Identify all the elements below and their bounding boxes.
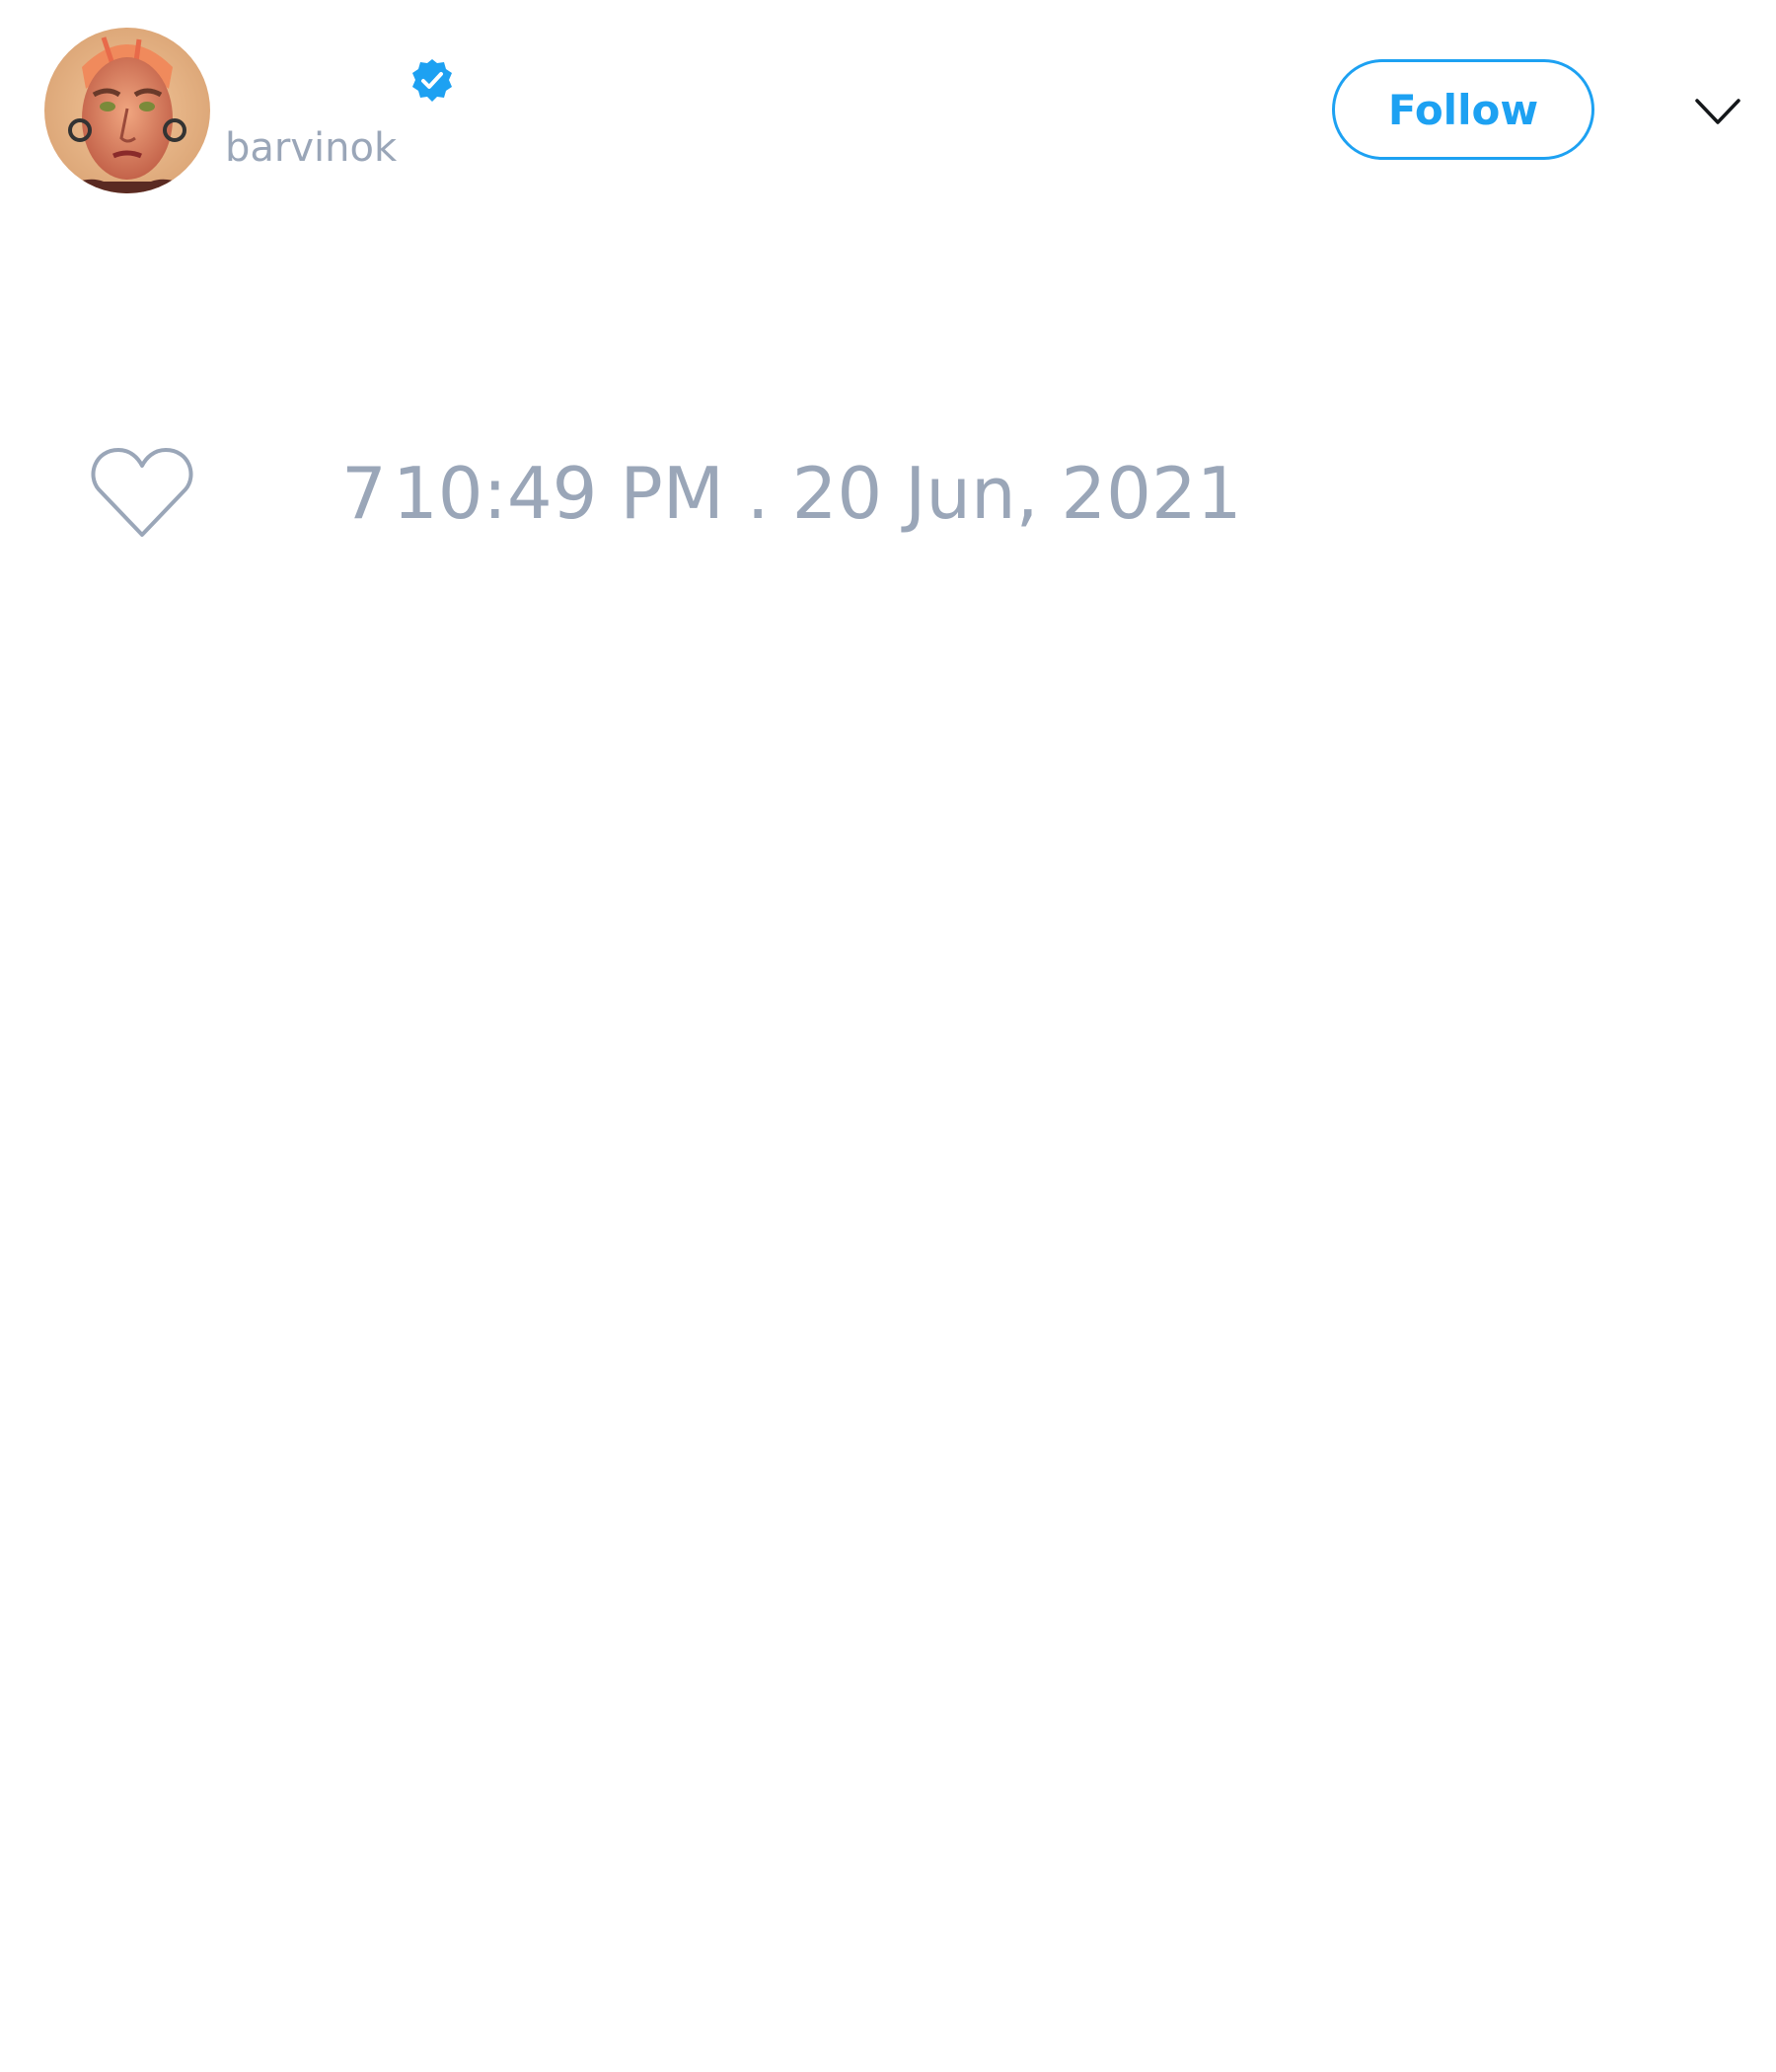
chevron-down-icon[interactable]	[1693, 91, 1742, 130]
display-name[interactable]	[225, 57, 403, 101]
verified-badge-icon	[412, 59, 452, 102]
avatar[interactable]	[44, 28, 210, 193]
like-count[interactable]: 7	[341, 458, 387, 529]
tweet-actions: 7 10:49 PM . 20 Jun, 2021	[89, 444, 1242, 543]
tweet-card: barvinok Follow 7 10:49 PM . 20 Jun, 202…	[0, 0, 1776, 2072]
heart-icon[interactable]	[89, 444, 195, 543]
tweet-timestamp[interactable]: 10:49 PM . 20 Jun, 2021	[393, 458, 1242, 529]
user-handle[interactable]: barvinok	[225, 126, 397, 170]
avatar-image	[44, 28, 210, 193]
follow-button[interactable]: Follow	[1332, 59, 1594, 160]
